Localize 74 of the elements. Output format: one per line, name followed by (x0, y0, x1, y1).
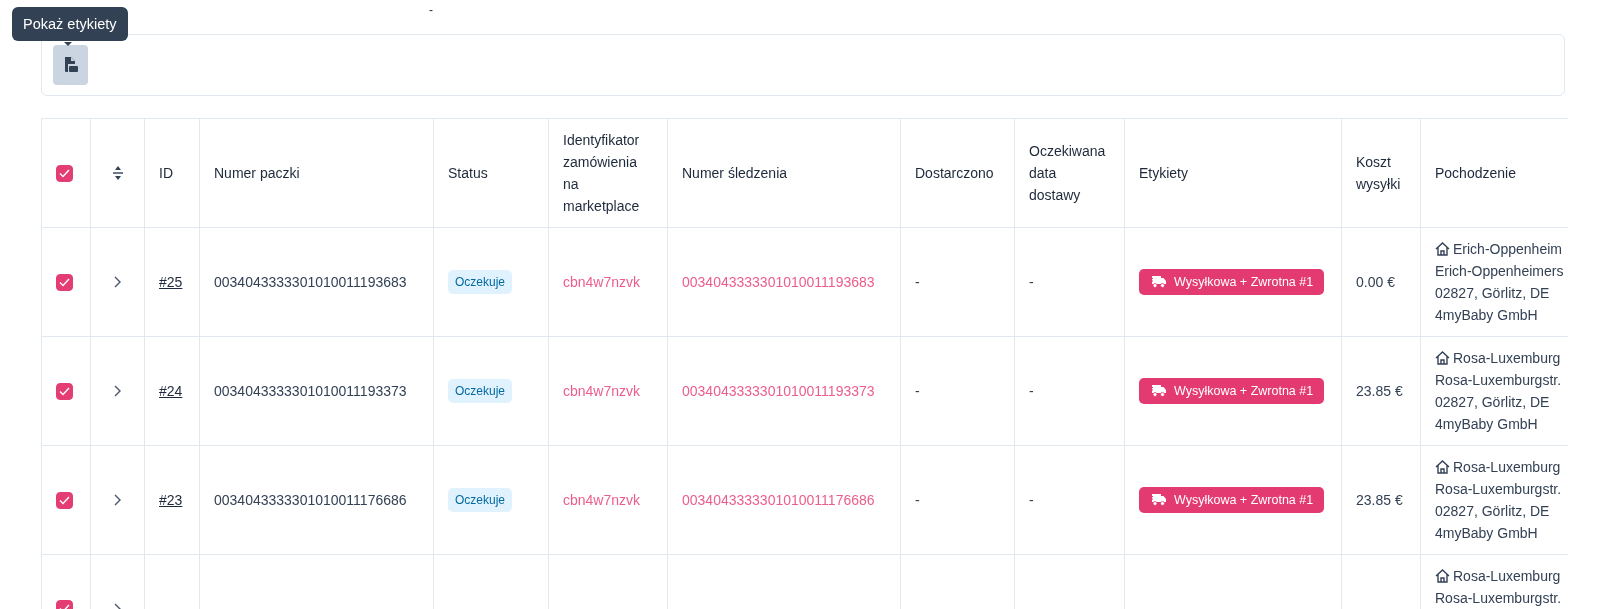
chevron-icon[interactable] (114, 494, 121, 506)
status-badge: Oczekuje (448, 270, 513, 294)
checkbox[interactable] (56, 491, 73, 509)
label-button[interactable]: Wysyłkowa + Zwrotna #1 (1139, 269, 1325, 295)
marketplace-order-id: cbn4w7nzvk (563, 383, 641, 399)
house-icon (1435, 351, 1450, 365)
shipping-cost: 0.00 € (1356, 274, 1395, 290)
column-header: Etykiety (1124, 118, 1342, 228)
column-header: Numer paczki (199, 118, 434, 228)
marketplace-order-id: cbn4w7nzvk (563, 492, 641, 508)
parcel-number: 0034043333301010011176686 (214, 492, 407, 508)
origin-text: Rosa-Luxemburgstr. (1435, 371, 1563, 390)
column-header: ID (144, 118, 200, 228)
expected-date-value: - (1029, 383, 1034, 399)
column-header: Koszt wysyłki (1341, 118, 1421, 228)
delivered-value: - (915, 274, 920, 290)
origin-text: Rosa-Luxemburgstr. (1435, 589, 1563, 608)
id-link[interactable]: #25 (159, 274, 183, 290)
checkbox[interactable] (56, 164, 73, 182)
origin-text: Rosa-Luxemburgstr. (1435, 480, 1563, 499)
label-button[interactable]: Wysyłkowa + Zwrotna #1 (1139, 378, 1325, 404)
id-link[interactable]: #23 (159, 492, 183, 508)
dash-text: - (429, 3, 433, 17)
column-header: Status (433, 118, 549, 228)
origin-text: Rosa-Luxemburg (1453, 458, 1561, 477)
origin-text: Rosa-Luxemburg (1453, 567, 1561, 586)
column-header: Identyfikator zamówienia na marketplace (548, 118, 668, 228)
status-badge: Oczekuje (448, 488, 513, 512)
column-header: Dostarczono (900, 118, 1015, 228)
origin-text: Rosa-Luxemburg (1453, 349, 1561, 368)
origin-text: 02827, Görlitz, DE (1435, 284, 1551, 303)
truck-icon (1150, 385, 1166, 397)
tooltip: Pokaż etykiety (12, 7, 128, 41)
parcel-number: 0034043333301010011193683 (214, 274, 407, 290)
tracking-number: 0034043333301010011193683 (682, 274, 875, 290)
label-button[interactable]: Wysyłkowa + Zwrotna #1 (1139, 487, 1325, 513)
origin-text: 02827, Görlitz, DE (1435, 393, 1551, 412)
marketplace-order-id: cbn4w7nzvk (563, 274, 641, 290)
checkbox[interactable] (56, 382, 73, 400)
check-icon (59, 495, 70, 505)
column-header: Oczekiwana data dostawy (1014, 118, 1125, 228)
origin-text: 4myBaby GmbH (1435, 524, 1539, 543)
delivered-value: - (915, 383, 920, 399)
check-icon (59, 277, 70, 287)
origin-text: 02827, Görlitz, DE (1435, 502, 1551, 521)
checkbox[interactable] (56, 273, 73, 291)
tracking-number: 0034043333301010011176686 (682, 492, 875, 508)
id-link[interactable]: #24 (159, 383, 183, 399)
tracking-number: 0034043333301010011193373 (682, 383, 875, 399)
truck-icon (1150, 276, 1166, 288)
check-icon (59, 386, 70, 396)
shipping-cost: 23.85 € (1356, 383, 1403, 399)
chevron-icon[interactable] (114, 276, 121, 288)
parcel-number: 0034043333301010011193373 (214, 383, 407, 399)
column-header: Pochodzenie (1420, 118, 1568, 228)
column-header: Numer śledzenia (667, 118, 901, 228)
chevron-icon[interactable] (114, 385, 121, 397)
pdf-file-icon (63, 57, 78, 73)
origin-text: Erich-Oppenheimers (1435, 262, 1565, 281)
truck-icon (1150, 494, 1166, 506)
delivered-value: - (915, 492, 920, 508)
house-icon (1435, 569, 1450, 583)
check-icon (59, 168, 70, 178)
status-badge: Oczekuje (448, 379, 513, 403)
expand-collapse-icon[interactable] (111, 165, 124, 181)
pdf-button[interactable] (53, 45, 88, 85)
origin-text: 4myBaby GmbH (1435, 415, 1539, 434)
origin-text: Erich-Oppenheim (1453, 240, 1562, 259)
expected-date-value: - (1029, 274, 1034, 290)
house-icon (1435, 242, 1450, 256)
expected-date-value: - (1029, 492, 1034, 508)
house-icon (1435, 460, 1450, 474)
shipping-cost: 23.85 € (1356, 492, 1403, 508)
origin-text: 4myBaby GmbH (1435, 306, 1539, 325)
